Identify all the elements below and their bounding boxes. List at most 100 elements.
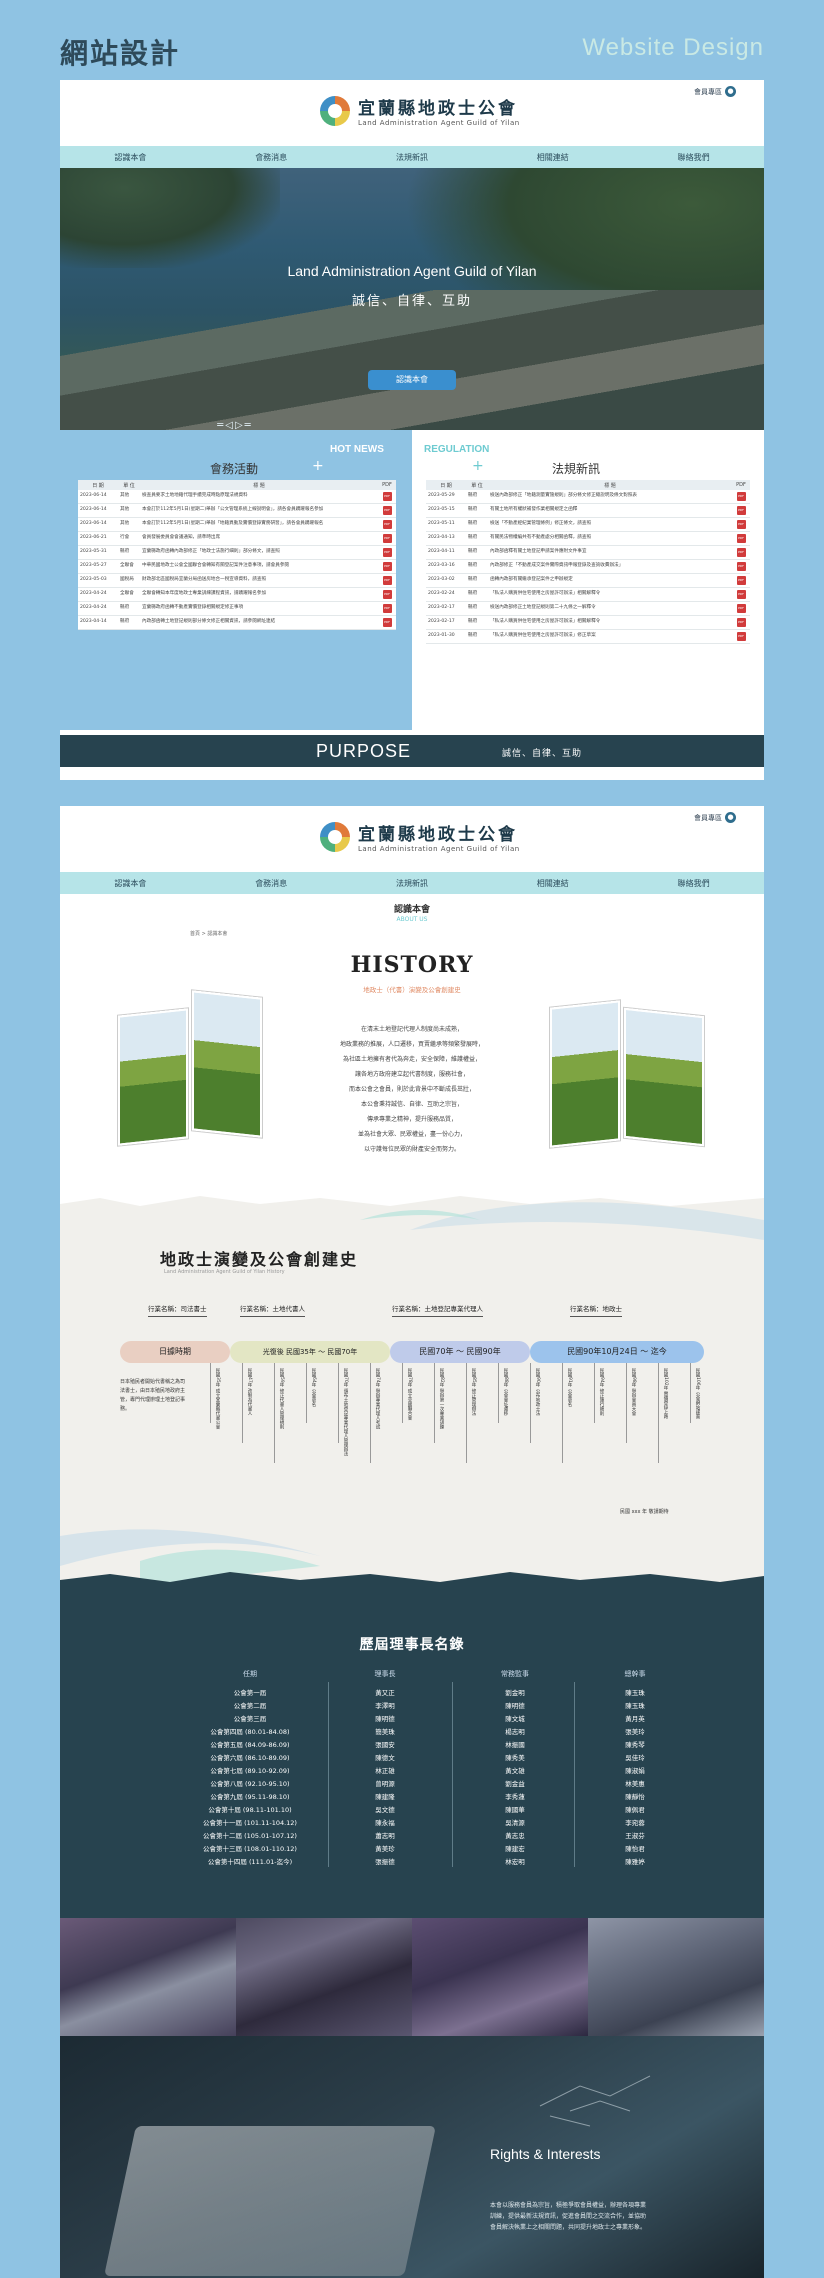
pdf-icon[interactable]: PDF xyxy=(382,576,392,585)
nav-contact[interactable]: 聯絡我們 xyxy=(678,152,710,163)
row-title[interactable]: 有關土地所有權狀補發作業相關規定之函釋 xyxy=(488,503,732,518)
nav-regulations[interactable]: 法規新訊 xyxy=(396,152,428,163)
row-title[interactable]: 內政部函轉土地登記規則部分條文修正相關資訊，請參閱網址連結 xyxy=(140,615,378,630)
gallery-photo-3[interactable] xyxy=(412,1918,588,2036)
pdf-icon[interactable]: PDF xyxy=(382,618,392,627)
table-row[interactable]: 2023-04-24 縣府 宜蘭縣政府函轉不動產實價登錄相關規定修正事項 PDF xyxy=(78,601,396,616)
pdf-icon[interactable]: PDF xyxy=(736,506,746,515)
row-title[interactable]: 本會訂於112年5月1日(星期二)舉辦「公文管理系統上線說明會」，請各會員踴躍報… xyxy=(140,503,378,518)
pdf-icon[interactable]: PDF xyxy=(736,562,746,571)
row-title[interactable]: 檢送內政部修正土地登記規則第二十九條之一解釋令 xyxy=(488,601,732,616)
period-japanese-era: 日據時期 xyxy=(120,1341,230,1363)
row-title[interactable]: 「私法人購買供住宅使用之房屋許可辦法」相關解釋令 xyxy=(488,615,732,630)
table-row[interactable]: 2023-06-21 行會 會員發展委員會會議通知，請準時出席 PDF xyxy=(78,531,396,546)
row-unit: 縣府 xyxy=(118,545,140,560)
pdf-icon[interactable]: PDF xyxy=(736,548,746,557)
table-row[interactable]: 2023-06-14 其他 本會訂於112年5月1日(星期二)舉辦「地籍異動及實價登… xyxy=(78,517,396,532)
row-title[interactable]: 宜蘭縣政府函轉內政部修正「地政士法施行細則」部分條文，請查照 xyxy=(140,545,378,560)
table-row[interactable]: 2023-04-14 縣府 內政部函轉土地登記規則部分條文修正相關資訊，請參閱網址連… xyxy=(78,615,396,630)
breadcrumb[interactable]: 首頁 > 認識本會 xyxy=(190,930,227,937)
table-row[interactable]: 2023-01-30 縣府 「私法人購買供住宅使用之房屋許可辦法」修正草案 PDF xyxy=(426,629,750,644)
row-title[interactable]: 全聯會轉知本年度地政士專業訓練課程資訊，請踴躍報名參加 xyxy=(140,587,378,602)
table-row[interactable]: 2023-02-17 縣府 檢送內政部修正土地登記規則第二十九條之一解釋令 PDF xyxy=(426,601,750,616)
site-name-cn: 宜蘭縣地政士公會 xyxy=(358,825,518,845)
pdf-icon[interactable]: PDF xyxy=(736,604,746,613)
row-title[interactable]: 函轉內政部有關繼承登記案件之申辦規定 xyxy=(488,573,732,588)
pdf-icon[interactable]: PDF xyxy=(736,590,746,599)
row-title[interactable]: 有關民法物權編共有不動產處分相關函釋，請查照 xyxy=(488,531,732,546)
row-title[interactable]: 宜蘭縣政府函轉不動產實價登錄相關規定修正事項 xyxy=(140,601,378,616)
gallery-photo-2[interactable] xyxy=(236,1918,412,2036)
row-date: 2023-01-30 xyxy=(426,629,466,644)
site-logo[interactable]: 宜蘭縣地政士公會 Land Administration Agent Guild… xyxy=(320,94,520,127)
pdf-icon[interactable]: PDF xyxy=(736,618,746,627)
nav-links[interactable]: 相關連結 xyxy=(537,152,569,163)
nav-about[interactable]: 認識本會 xyxy=(114,878,146,889)
table-row[interactable]: 2023-05-03 國稅局 財政部北區國稅局宜蘭分局函送房地合一稅宣導資料，請查照… xyxy=(78,573,396,588)
row-title[interactable]: 「私法人購買供住宅使用之房屋許可辦法」修正草案 xyxy=(488,629,732,644)
table-row[interactable]: 2023-05-27 全聯會 中華民國地政士公會全國聯合會轉知有關登記案件注意事項，… xyxy=(78,559,396,574)
pdf-icon[interactable]: PDF xyxy=(382,562,392,571)
table-row[interactable]: 2023-05-31 縣府 宜蘭縣政府函轉內政部修正「地政士法施行細則」部分條文，請… xyxy=(78,545,396,560)
table-row[interactable]: 2023-04-24 全聯會 全聯會轉知本年度地政士專業訓練課程資訊，請踴躍報名參加… xyxy=(78,587,396,602)
nav-links[interactable]: 相關連結 xyxy=(537,878,569,889)
pdf-icon[interactable]: PDF xyxy=(736,492,746,501)
table-row[interactable]: 2023-06-14 其他 本會訂於112年5月1日(星期二)舉辦「公文管理系統上線… xyxy=(78,503,396,518)
row-title[interactable]: 中華民國地政士公會全國聯合會轉知有關登記案件注意事項，請會員參閱 xyxy=(140,559,378,574)
wave-bottom-decoration xyxy=(60,1529,764,1586)
gallery-photo-1[interactable] xyxy=(60,1918,236,2036)
gallery-photo-4[interactable] xyxy=(588,1918,764,2036)
pdf-icon[interactable]: PDF xyxy=(736,576,746,585)
nav-about[interactable]: 認識本會 xyxy=(114,152,146,163)
pdf-icon[interactable]: PDF xyxy=(382,520,392,529)
list-item: 林宏明 xyxy=(505,1858,525,1866)
table-row[interactable]: 2023-02-24 縣府 「私法人購買供住宅使用之房屋許可辦法」相關解釋令 PDF xyxy=(426,587,750,602)
table-row[interactable]: 2023-05-11 縣府 檢送「不動產經紀業管理條例」修正條文，請查照 PDF xyxy=(426,517,750,532)
pdf-icon[interactable]: PDF xyxy=(382,548,392,557)
row-title[interactable]: 內政部函釋有關土地登記申請案件應附文件事宜 xyxy=(488,545,732,560)
list-item: 陳德文 xyxy=(375,1754,395,1762)
table-row[interactable]: 2023-06-14 其他 檢查員要求土地地籍代理手續完成時點原理法規資料 PDF xyxy=(78,490,396,504)
pdf-icon[interactable]: PDF xyxy=(382,492,392,501)
nav-news[interactable]: 會務消息 xyxy=(255,878,287,889)
pdf-icon[interactable]: PDF xyxy=(736,520,746,529)
period-label-4: 行業名稱：地政士 xyxy=(570,1303,622,1317)
row-title[interactable]: 「私法人購買供住宅使用之房屋許可辦法」相關解釋令 xyxy=(488,587,732,602)
row-date: 2023-06-21 xyxy=(78,531,118,546)
table-row[interactable]: 2023-05-29 縣府 檢送內政部修正「地籍測量實施規則」部分條文修正總說明及條… xyxy=(426,490,750,504)
row-title[interactable]: 會員發展委員會會議通知，請準時出席 xyxy=(140,531,378,546)
member-area-link[interactable]: 會員專區 ● xyxy=(694,812,736,823)
table-row[interactable]: 2023-04-13 縣府 有關民法物權編共有不動產處分相關函釋，請查照 PDF xyxy=(426,531,750,546)
list-item: 陳國華 xyxy=(505,1806,525,1814)
row-unit: 國稅局 xyxy=(118,573,140,588)
list-item: 公會第九屆 (95.11-98.10) xyxy=(210,1793,290,1801)
list-item: 黃又正 xyxy=(375,1689,395,1697)
hot-news-panel: ═◁▷═ HOT NEWS 會務活動 + 日 期 單 位 標 題 PDF 202… xyxy=(60,420,410,730)
pdf-icon[interactable]: PDF xyxy=(382,506,392,515)
pdf-icon[interactable]: PDF xyxy=(736,534,746,543)
table-row[interactable]: 2023-02-17 縣府 「私法人購買供住宅使用之房屋許可辦法」相關解釋令 PDF xyxy=(426,615,750,630)
pdf-icon[interactable]: PDF xyxy=(736,632,746,641)
row-title[interactable]: 內政部修正「不動產成交案件實際資訊申報登錄及查詢收費辦法」 xyxy=(488,559,732,574)
pdf-icon[interactable]: PDF xyxy=(382,590,392,599)
site-logo[interactable]: 宜蘭縣地政士公會 Land Administration Agent Guild… xyxy=(320,820,520,853)
regulation-more-plus-icon[interactable]: + xyxy=(472,458,484,474)
row-title[interactable]: 檢送內政部修正「地籍測量實施規則」部分條文修正總說明及條文對照表 xyxy=(488,490,732,504)
pdf-icon[interactable]: PDF xyxy=(382,604,392,613)
nav-contact[interactable]: 聯絡我們 xyxy=(678,878,710,889)
nav-news[interactable]: 會務消息 xyxy=(255,152,287,163)
table-row[interactable]: 2023-05-15 縣府 有關土地所有權狀補發作業相關規定之函釋 PDF xyxy=(426,503,750,518)
row-title[interactable]: 檢查員要求土地地籍代理手續完成時點原理法規資料 xyxy=(140,490,378,504)
table-row[interactable]: 2023-03-02 縣府 函轉內政部有關繼承登記案件之申辦規定 PDF xyxy=(426,573,750,588)
pdf-icon[interactable]: PDF xyxy=(382,534,392,543)
timeline-tick xyxy=(658,1363,659,1463)
news-more-plus-icon[interactable]: + xyxy=(312,458,324,474)
hero-about-button[interactable]: 認識本會 xyxy=(368,370,456,390)
row-title[interactable]: 檢送「不動產經紀業管理條例」修正條文，請查照 xyxy=(488,517,732,532)
row-title[interactable]: 財政部北區國稅局宜蘭分局函送房地合一稅宣導資料，請查照 xyxy=(140,573,378,588)
member-area-link[interactable]: 會員專區 ● xyxy=(694,86,736,97)
nav-regulations[interactable]: 法規新訊 xyxy=(396,878,428,889)
row-title[interactable]: 本會訂於112年5月1日(星期二)舉辦「地籍異動及實價登錄實務研習」，請各會員踴… xyxy=(140,517,378,532)
table-row[interactable]: 2023-04-11 縣府 內政部函釋有關土地登記申請案件應附文件事宜 PDF xyxy=(426,545,750,560)
table-row[interactable]: 2023-03-16 縣府 內政部修正「不動產成交案件實際資訊申報登錄及查詢收費辦法… xyxy=(426,559,750,574)
